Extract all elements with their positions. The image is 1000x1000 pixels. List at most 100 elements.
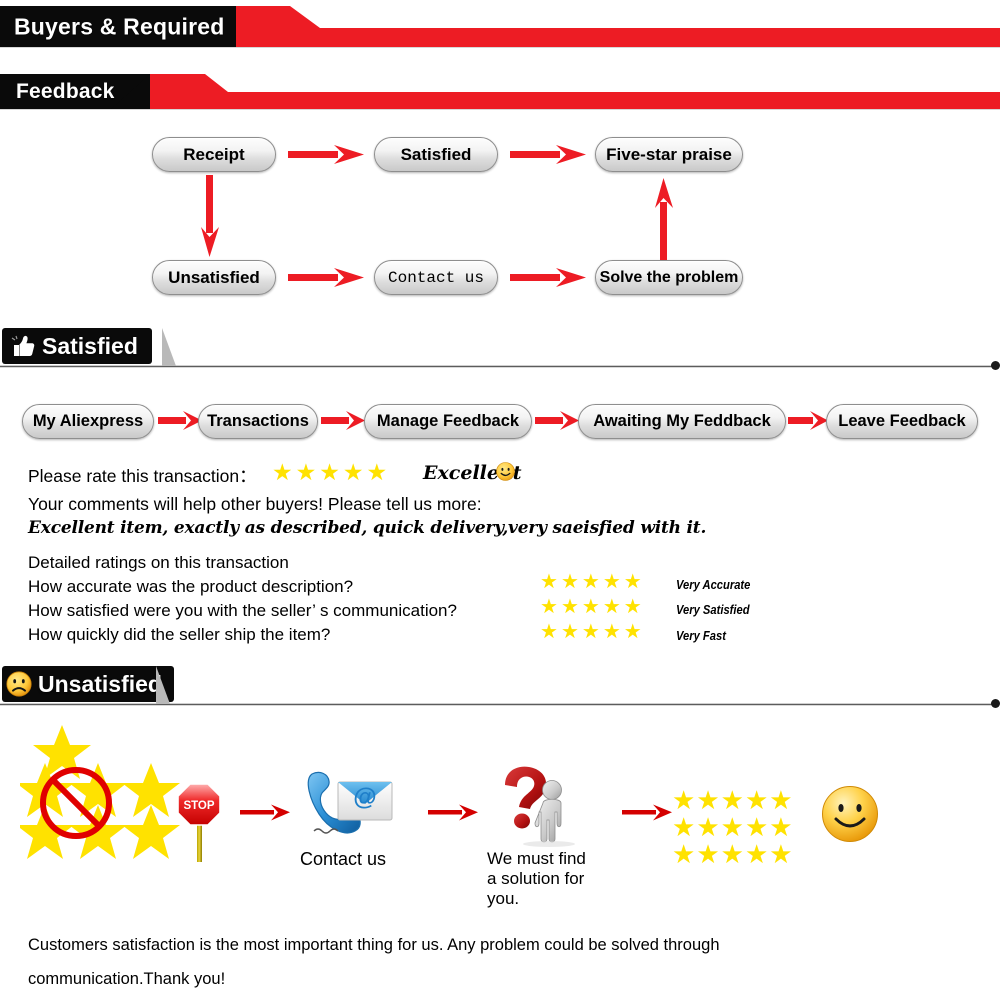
flow-node-receipt-label: Receipt [183, 144, 245, 164]
step-transactions[interactable]: Transactions [198, 404, 318, 439]
detailed-ratings-heading: Detailed ratings on this transaction [28, 553, 289, 572]
star-icon: ★ [769, 812, 794, 842]
table-row-value: Very Accurate [676, 577, 751, 592]
banner-shape-feedback [0, 74, 1000, 110]
flow-node-five-star-praise-label: Five-star praise [606, 144, 732, 164]
flow-node-unsatisfied[interactable]: Unsatisfied [152, 260, 276, 295]
star-icon: ★ [623, 621, 645, 643]
flow-node-five-star-praise[interactable]: Five-star praise [595, 137, 743, 172]
star-icon: ★ [560, 621, 582, 643]
flow-node-contact-us-label: Contact us [387, 268, 484, 287]
arrow-unsatisfied-to-contact [288, 266, 364, 290]
flow-node-solve-problem[interactable]: Solve the problem [595, 260, 743, 295]
step-transactions-label: Transactions [207, 412, 309, 430]
section-tab-tail-satisfied [162, 328, 176, 366]
table-row-stars: ★ ★ ★ ★ ★ [540, 597, 645, 617]
flow-node-receipt[interactable]: Receipt [152, 137, 276, 172]
caption-contact-us: Contact us [300, 849, 387, 869]
step-awaiting-my-feedback-label: Awaiting My Feddback [593, 412, 771, 430]
star-icon: ★ [744, 812, 770, 842]
star-icon: ★ [540, 571, 561, 593]
star-icon: ★ [342, 459, 367, 485]
section-header-unsatisfied: Unsatisfied [0, 666, 1000, 712]
section-rule-satisfied [0, 365, 998, 368]
flow-node-contact-us[interactable]: Contact us [374, 260, 498, 295]
section-tab-unsatisfied: Unsatisfied [2, 666, 174, 702]
banner-buyers-title: Buyers & Required [14, 13, 225, 40]
star-grid-row: ★ ★ ★ ★ ★ [672, 787, 794, 813]
star-icon: ★ [769, 839, 794, 869]
star-icon: ★ [581, 596, 603, 618]
star-icon: ★ [540, 621, 561, 643]
flow-node-satisfied[interactable]: Satisfied [374, 137, 498, 172]
star-icon: ★ [720, 785, 745, 815]
arrow-contact-to-solve [510, 266, 586, 290]
star-icon: ★ [295, 459, 320, 485]
step-manage-feedback[interactable]: Manage Feedback [364, 404, 532, 439]
table-row-question: How satisfied were you with the seller’ … [28, 601, 457, 620]
flow-node-satisfied-label: Satisfied [400, 144, 472, 164]
star-grid-row: ★ ★ ★ ★ ★ [672, 814, 794, 840]
arrow-solution-to-stars [622, 803, 672, 823]
rate-stars: ★ ★ ★ ★ ★ [272, 461, 390, 484]
step-leave-feedback-label: Leave Feedback [838, 412, 966, 430]
arrow-receipt-to-unsatisfied [198, 175, 224, 257]
banner-feedback: Feedback [0, 74, 1000, 110]
table-row-stars: ★ ★ ★ ★ ★ [540, 572, 645, 592]
feedback-instruction-page: Buyers & Required Feedback Receipt Satis… [0, 0, 1000, 1000]
arrow-solve-to-praise [652, 178, 678, 260]
flow-node-unsatisfied-label: Unsatisfied [168, 267, 260, 287]
banner-feedback-title: Feedback [16, 80, 115, 103]
question-mark-person-icon [487, 765, 579, 847]
happy-face-icon [821, 785, 879, 843]
comment-text: Excellent item, exactly as described, qu… [28, 518, 707, 538]
section-rule-dot-unsatisfied [991, 699, 1000, 708]
stop-sign-text: STOP [183, 800, 214, 812]
stop-sign-icon: STOP [178, 782, 222, 862]
section-tab-unsatisfied-label: Unsatisfied [38, 670, 162, 697]
star-icon: ★ [560, 596, 582, 618]
flow-node-solve-problem-label: Solve the problem [599, 268, 739, 286]
table-row-question: How quickly did the seller ship the item… [28, 625, 331, 644]
star-grid-icon: ★ ★ ★ ★ ★ ★ ★ ★ ★ ★ ★ ★ ★ ★ ★ [672, 787, 794, 867]
thumbs-up-icon [10, 334, 36, 358]
step-my-aliexpress-label: My Aliexpress [32, 412, 144, 430]
comments-prompt: Your comments will help other buyers! Pl… [28, 494, 482, 514]
sad-face-icon [6, 671, 32, 697]
table-row-value: Very Fast [676, 628, 726, 643]
section-tab-satisfied: Satisfied [2, 328, 152, 364]
no-stars-icon [20, 725, 180, 870]
step-my-aliexpress[interactable]: My Aliexpress [22, 404, 154, 439]
star-icon: ★ [581, 571, 603, 593]
step-leave-feedback[interactable]: Leave Feedback [826, 404, 978, 439]
star-grid-row: ★ ★ ★ ★ ★ [672, 841, 794, 867]
star-icon: ★ [672, 812, 697, 842]
step-manage-feedback-label: Manage Feedback [376, 412, 520, 430]
star-icon: ★ [696, 839, 721, 869]
star-icon: ★ [744, 839, 770, 869]
arrow-stop-to-contact [240, 803, 290, 823]
section-rule-unsatisfied [0, 703, 998, 706]
star-icon: ★ [581, 621, 603, 643]
star-icon: ★ [720, 839, 745, 869]
star-icon: ★ [769, 785, 794, 815]
star-icon: ★ [319, 459, 343, 485]
arrow-contact-to-solution [428, 803, 478, 823]
arrow-satisfied-to-praise [510, 143, 586, 167]
star-icon: ★ [696, 785, 721, 815]
star-icon: ★ [540, 596, 561, 618]
section-rule-dot-satisfied [991, 361, 1000, 370]
arrow-step-2 [321, 410, 365, 432]
star-icon: ★ [602, 596, 624, 618]
table-row-stars: ★ ★ ★ ★ ★ [540, 622, 645, 642]
phone-email-icon: @ [300, 768, 396, 844]
table-row-question: How accurate was the product description… [28, 577, 354, 596]
banner-buyers-required: Buyers & Required [0, 6, 1000, 48]
star-icon: ★ [602, 621, 624, 643]
section-header-satisfied: Satisfied [0, 328, 1000, 374]
rate-prompt: Please rate this transaction： [28, 466, 257, 486]
step-awaiting-my-feedback[interactable]: Awaiting My Feddback [578, 404, 786, 439]
star-icon: ★ [744, 785, 770, 815]
table-row-value: Very Satisfied [676, 602, 750, 617]
star-icon: ★ [272, 459, 296, 485]
